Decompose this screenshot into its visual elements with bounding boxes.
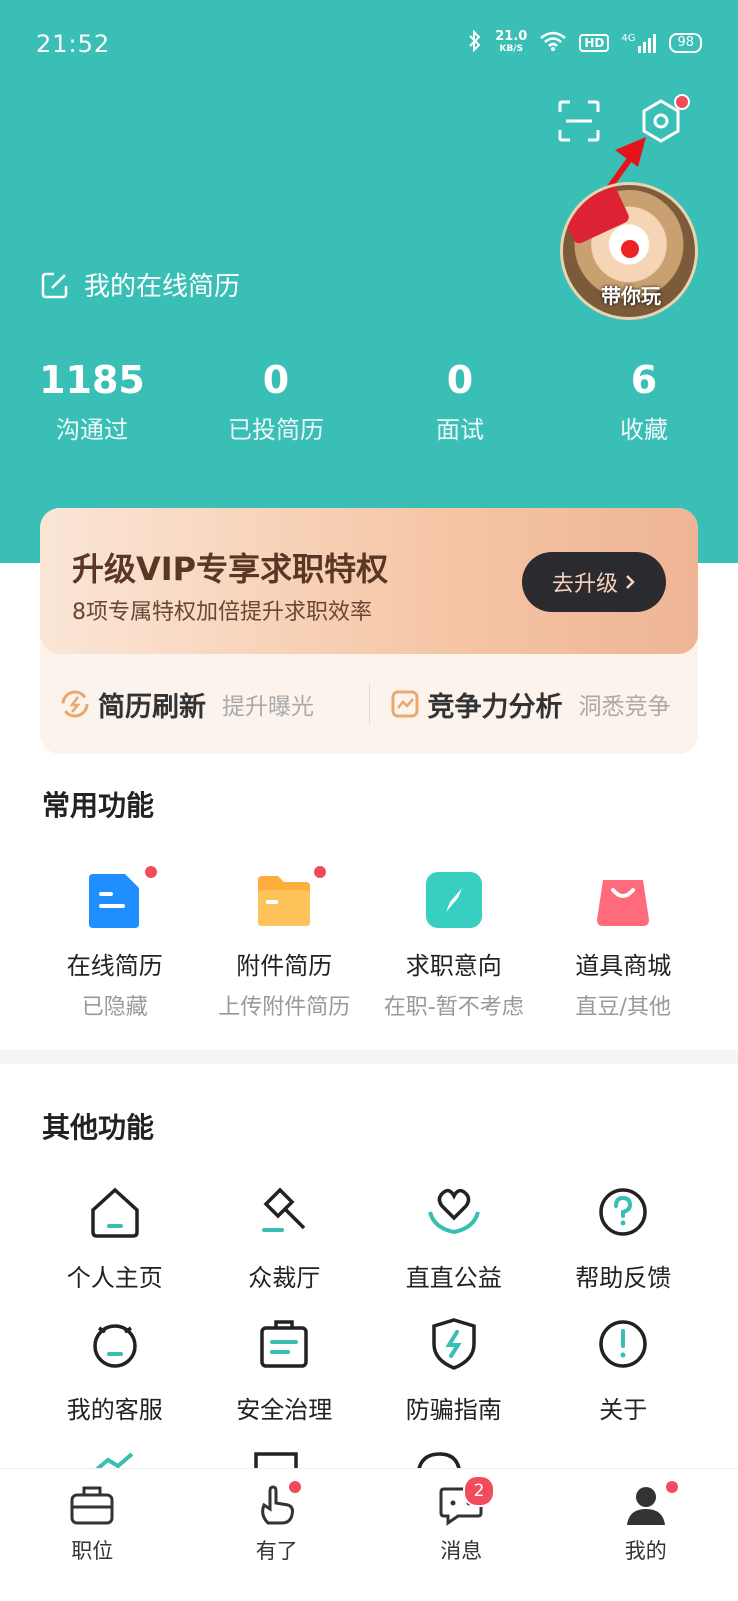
gavel-icon (254, 1182, 314, 1242)
competitiveness-item[interactable]: 竞争力分析 洞悉竞争 (370, 685, 699, 724)
online-resume-link[interactable]: 我的在线简历 (40, 266, 240, 303)
network-speed: 21.0KB/S (495, 30, 527, 56)
tab-messages[interactable]: 2 消息 (369, 1469, 554, 1601)
common-functions-title: 常用功能 (42, 784, 154, 824)
folder-icon (254, 870, 314, 930)
new-dot (143, 864, 159, 880)
other-functions-row-2: 我的客服 安全治理 防骗指南 关于 (30, 1314, 708, 1425)
prop-store-tile[interactable]: 道具商城 直豆/其他 (539, 870, 709, 1021)
hd-badge: HD (579, 34, 609, 52)
robot-face-icon (85, 1314, 145, 1374)
bottom-tab-bar: 职位 有了 2 消息 我的 (0, 1468, 738, 1601)
upgrade-button[interactable]: 去升级 (522, 552, 666, 612)
vip-banner[interactable]: 升级VIP专享求职特权 8项专属特权加倍提升求职效率 去升级 (40, 508, 698, 654)
refresh-icon (60, 689, 90, 719)
section-divider (0, 1050, 738, 1064)
new-dot (312, 864, 328, 880)
compass-icon (424, 870, 484, 930)
new-dot (287, 1479, 303, 1495)
personal-homepage-tile[interactable]: 个人主页 (30, 1182, 200, 1293)
bluetooth-icon (467, 30, 483, 56)
shopping-bag-icon (593, 870, 653, 930)
vip-subtitle: 8项专属特权加倍提升求职效率 (72, 594, 372, 626)
trend-chart-icon (390, 689, 420, 719)
scan-button[interactable] (556, 98, 602, 144)
profile-header: 21:52 21.0KB/S HD 4G 98 (0, 0, 738, 563)
stat-interviews[interactable]: 0 面试 (368, 356, 552, 445)
jury-hall-tile[interactable]: 众裁厅 (200, 1182, 370, 1293)
new-dot (664, 1479, 680, 1495)
stat-contacted[interactable]: 1185 沟通过 (0, 356, 184, 445)
tab-youle[interactable]: 有了 (185, 1469, 370, 1601)
safety-governance-tile[interactable]: 安全治理 (200, 1314, 370, 1425)
job-intention-tile[interactable]: 求职意向 在职-暂不考虑 (369, 870, 539, 1021)
avatar[interactable]: 带你玩 (560, 182, 698, 320)
status-bar: 21:52 21.0KB/S HD 4G 98 (0, 28, 738, 64)
stats-row: 1185 沟通过 0 已投简历 0 面试 6 收藏 (0, 356, 738, 445)
edit-icon (40, 270, 70, 300)
heart-hands-icon (424, 1182, 484, 1242)
chevron-right-icon (624, 573, 636, 591)
stat-applied[interactable]: 0 已投简历 (184, 356, 368, 445)
common-functions-grid: 在线简历 已隐藏 附件简历 上传附件简历 求职意向 在职-暂不考虑 (30, 870, 708, 1021)
battery-indicator: 98 (669, 33, 702, 53)
status-icons: 21.0KB/S HD 4G 98 (467, 30, 702, 56)
tab-mine[interactable]: 我的 (554, 1469, 738, 1601)
customer-service-tile[interactable]: 我的客服 (30, 1314, 200, 1425)
about-tile[interactable]: 关于 (539, 1314, 709, 1425)
resume-refresh-item[interactable]: 简历刷新 提升曝光 (40, 685, 369, 724)
status-time: 21:52 (36, 30, 110, 58)
wifi-icon (539, 30, 567, 56)
vip-title: 升级VIP专享求职特权 (72, 544, 388, 590)
other-functions-row-1: 个人主页 众裁厅 直直公益 帮助反馈 (30, 1182, 708, 1293)
help-feedback-tile[interactable]: 帮助反馈 (539, 1182, 709, 1293)
settings-button[interactable] (638, 98, 684, 144)
charity-tile[interactable]: 直直公益 (369, 1182, 539, 1293)
exclamation-icon (593, 1314, 653, 1374)
attachment-resume-tile[interactable]: 附件简历 上传附件简历 (200, 870, 370, 1021)
home-icon (85, 1182, 145, 1242)
question-icon (593, 1182, 653, 1242)
message-count-badge: 2 (463, 1475, 495, 1507)
vip-card: 升级VIP专享求职特权 8项专属特权加倍提升求职效率 去升级 简历刷新 提升曝光… (40, 508, 698, 754)
online-resume-tile[interactable]: 在线简历 已隐藏 (30, 870, 200, 1021)
other-functions-title: 其他功能 (42, 1106, 154, 1146)
document-blue-icon (85, 870, 145, 930)
stat-favorites[interactable]: 6 收藏 (552, 356, 736, 445)
anti-fraud-guide-tile[interactable]: 防骗指南 (369, 1314, 539, 1425)
online-resume-label: 我的在线简历 (84, 266, 240, 303)
briefcase-shield-icon (254, 1314, 314, 1374)
user-icon (623, 1483, 669, 1527)
signal-icon: 4G (621, 33, 657, 53)
avatar-caption: 带你玩 (581, 280, 681, 309)
briefcase-icon (69, 1483, 115, 1527)
scan-icon (556, 98, 602, 144)
shield-icon (424, 1314, 484, 1374)
tab-jobs[interactable]: 职位 (0, 1469, 185, 1601)
settings-new-dot (674, 94, 690, 110)
vip-features: 简历刷新 提升曝光 竞争力分析 洞悉竞争 (40, 654, 698, 754)
